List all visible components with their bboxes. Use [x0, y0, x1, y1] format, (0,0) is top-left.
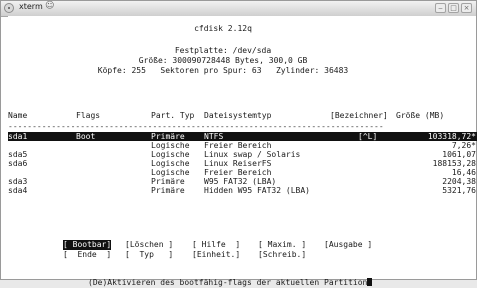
terminal-area[interactable]: cfdisk 2.12q Festplatte: /dev/sda Größe:…	[8, 16, 477, 287]
write-button[interactable]: [Schreib.]	[258, 250, 306, 260]
delete-button[interactable]: [Löschen ]	[125, 240, 173, 250]
status-text: (De)Aktivieren des bootfähig-flags der a…	[88, 278, 368, 287]
disk-geometry: Köpfe: 255 Sektoren pro Spur: 63 Zylinde…	[97, 66, 349, 75]
partition-fs-type: Linux swap / Solaris	[204, 150, 301, 159]
disk-size: Größe: 300090728448 Bytes, 300,0 GB	[138, 56, 308, 65]
partition-row[interactable]: sda1 Boot Primäre NTFS [^L] 103318,72*	[8, 132, 477, 141]
col-size: Größe (MB)	[396, 111, 445, 120]
partition-size: 103318,72*	[427, 132, 476, 141]
partition-size: 5321,76	[442, 186, 476, 195]
quit-button[interactable]: [ Ende ]	[63, 250, 111, 260]
maximize-icon[interactable]: □	[448, 3, 459, 13]
partition-type: Logische	[151, 159, 190, 168]
partition-type: Primäre	[151, 186, 185, 195]
col-flags: Flags	[76, 111, 101, 120]
disk-name: Festplatte: /dev/sda	[174, 46, 272, 55]
partition-label: [^L]	[358, 132, 378, 141]
help-button[interactable]: [ Hilfe ]	[192, 240, 240, 250]
partition-type: Primäre	[151, 132, 185, 141]
maximize-button[interactable]: [ Maxim. ]	[258, 240, 306, 250]
minimize-icon[interactable]: ‒	[435, 3, 446, 13]
partition-fs-type: W95 FAT32 (LBA)	[204, 177, 277, 186]
print-button[interactable]: [Ausgabe ]	[324, 240, 372, 250]
window-title: xterm	[19, 2, 43, 11]
partition-name: sda6	[8, 159, 28, 168]
col-label: [Bezeichner]	[330, 111, 388, 120]
title-bar[interactable]: xterm ☺ ‒ □ ×	[1, 1, 476, 17]
partition-row[interactable]: Logische Freier Bereich 7,26*	[8, 141, 477, 150]
partition-name: sda1	[8, 132, 28, 141]
col-name: Name	[8, 111, 28, 120]
partition-row[interactable]: sda4 Primäre Hidden W95 FAT32 (LBA) 5321,76	[8, 186, 477, 195]
close-icon[interactable]: ×	[461, 3, 472, 13]
partition-size: 1061,07	[442, 150, 476, 159]
partition-row[interactable]: sda5 Logische Linux swap / Solaris 1061,07	[8, 150, 477, 159]
partition-size: 2204,38	[442, 177, 476, 186]
partition-row[interactable]: sda6 Logische Linux ReiserFS 188153,28	[8, 159, 477, 168]
program-title: cfdisk 2.12q	[194, 24, 252, 33]
partition-row[interactable]: Logische Freier Bereich 16,46	[8, 168, 477, 177]
partition-fs-type: Linux ReiserFS	[204, 159, 272, 168]
partition-type: Logische	[151, 141, 190, 150]
partition-size: 188153,28	[432, 159, 476, 168]
table-header: Name Flags Part. Typ Dateisystemtyp [Bez…	[8, 111, 476, 121]
partition-type: Logische	[151, 150, 190, 159]
window-menu-icon[interactable]	[4, 3, 14, 13]
partition-name: sda4	[8, 186, 28, 195]
text-cursor	[367, 278, 373, 286]
partition-row[interactable]: sda3 Primäre W95 FAT32 (LBA) 2204,38	[8, 177, 477, 186]
partition-type: Primäre	[151, 177, 185, 186]
col-part-type: Part. Typ	[151, 111, 195, 120]
pin-icon[interactable]: ☺	[45, 1, 54, 11]
table-separator: ----------------------------------------…	[8, 122, 384, 131]
units-button[interactable]: [Einheit.]	[192, 250, 240, 260]
partition-name: sda5	[8, 150, 28, 159]
col-fs-type: Dateisystemtyp	[204, 111, 272, 120]
bootable-button[interactable]: [ Bootbar]	[63, 240, 112, 250]
partition-type: Logische	[151, 168, 190, 177]
partition-fs-type: Hidden W95 FAT32 (LBA)	[204, 186, 310, 195]
partition-size: 16,46	[451, 168, 476, 177]
partition-name: sda3	[8, 177, 28, 186]
type-button[interactable]: [ Typ ]	[125, 250, 173, 260]
partition-size: 7,26*	[451, 141, 476, 150]
partition-fs-type: Freier Bereich	[204, 141, 272, 150]
xterm-window: xterm ☺ ‒ □ × cfdisk 2.12q Festplatte: /…	[0, 0, 477, 287]
partition-fs-type: Freier Bereich	[204, 168, 272, 177]
partition-fs-type: NTFS	[204, 132, 224, 141]
partition-flags: Boot	[76, 132, 96, 141]
